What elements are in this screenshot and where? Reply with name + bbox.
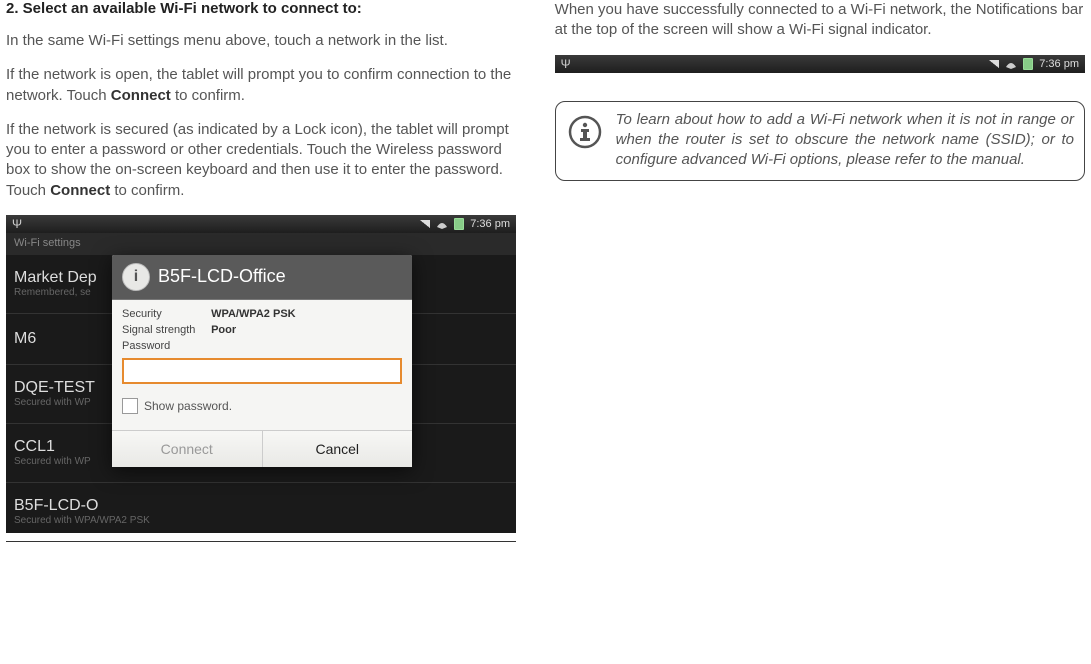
dialog-signal-row: Signal strength Poor	[122, 324, 402, 336]
network-subtext: Secured with WPA/WPA2 PSK	[14, 515, 508, 526]
step-heading: 2. Select an available Wi-Fi network to …	[6, 0, 517, 17]
cancel-button[interactable]: Cancel	[263, 431, 413, 467]
p2-text-a: If the network is open, the tablet will …	[6, 66, 511, 103]
battery-icon	[1023, 58, 1033, 70]
tip-text: To learn about how to add a Wi-Fi networ…	[616, 110, 1074, 171]
paragraph-2: If the network is open, the tablet will …	[6, 65, 517, 106]
tip-info-icon	[564, 110, 606, 171]
password-label: Password	[122, 340, 208, 352]
cell-signal-icon	[420, 220, 430, 228]
cell-signal-icon	[989, 60, 999, 68]
tip-callout-box: To learn about how to add a Wi-Fi networ…	[555, 101, 1085, 182]
password-input[interactable]	[122, 358, 402, 384]
info-icon: i	[122, 263, 150, 291]
show-password-row[interactable]: Show password.	[122, 398, 402, 414]
network-name: B5F-LCD-O	[14, 497, 508, 515]
wifi-settings-screenshot: Ψ 7:36 pm Wi-Fi settings Market Dep Reme…	[6, 215, 516, 533]
show-password-label: Show password.	[144, 399, 232, 413]
usb-icon: Ψ	[12, 217, 22, 231]
right-paragraph-1: When you have successfully connected to …	[555, 0, 1085, 41]
security-value: WPA/WPA2 PSK	[211, 308, 296, 320]
wifi-signal-icon	[436, 219, 448, 229]
wifi-connect-dialog: i B5F-LCD-Office Security WPA/WPA2 PSK S…	[112, 255, 412, 467]
dialog-title-bar: i B5F-LCD-Office	[112, 255, 412, 300]
signal-value: Poor	[211, 324, 236, 336]
dialog-title: B5F-LCD-Office	[158, 266, 286, 287]
dialog-security-row: Security WPA/WPA2 PSK	[122, 308, 402, 320]
p2-text-b: to confirm.	[171, 87, 245, 104]
notif-time: 7:36 pm	[1039, 58, 1079, 70]
paragraph-1: In the same Wi-Fi settings menu above, t…	[6, 31, 517, 51]
list-item[interactable]: B5F-LCD-O Secured with WPA/WPA2 PSK	[6, 483, 516, 542]
show-password-checkbox[interactable]	[122, 398, 138, 414]
p2-connect-bold: Connect	[111, 87, 171, 104]
paragraph-3: If the network is secured (as indicated …	[6, 120, 517, 201]
p3-connect-bold: Connect	[50, 182, 110, 199]
battery-icon	[454, 218, 464, 230]
status-bar: Ψ 7:36 pm	[6, 215, 516, 233]
notification-bar-screenshot: Ψ 7:36 pm	[555, 55, 1085, 73]
wifi-settings-section-label: Wi-Fi settings	[6, 233, 516, 255]
usb-icon: Ψ	[561, 57, 571, 71]
connect-button[interactable]: Connect	[112, 431, 263, 467]
status-time: 7:36 pm	[470, 218, 510, 230]
signal-label: Signal strength	[122, 324, 208, 336]
wifi-signal-icon	[1005, 59, 1017, 69]
p3-text-b: to confirm.	[110, 182, 184, 199]
security-label: Security	[122, 308, 208, 320]
